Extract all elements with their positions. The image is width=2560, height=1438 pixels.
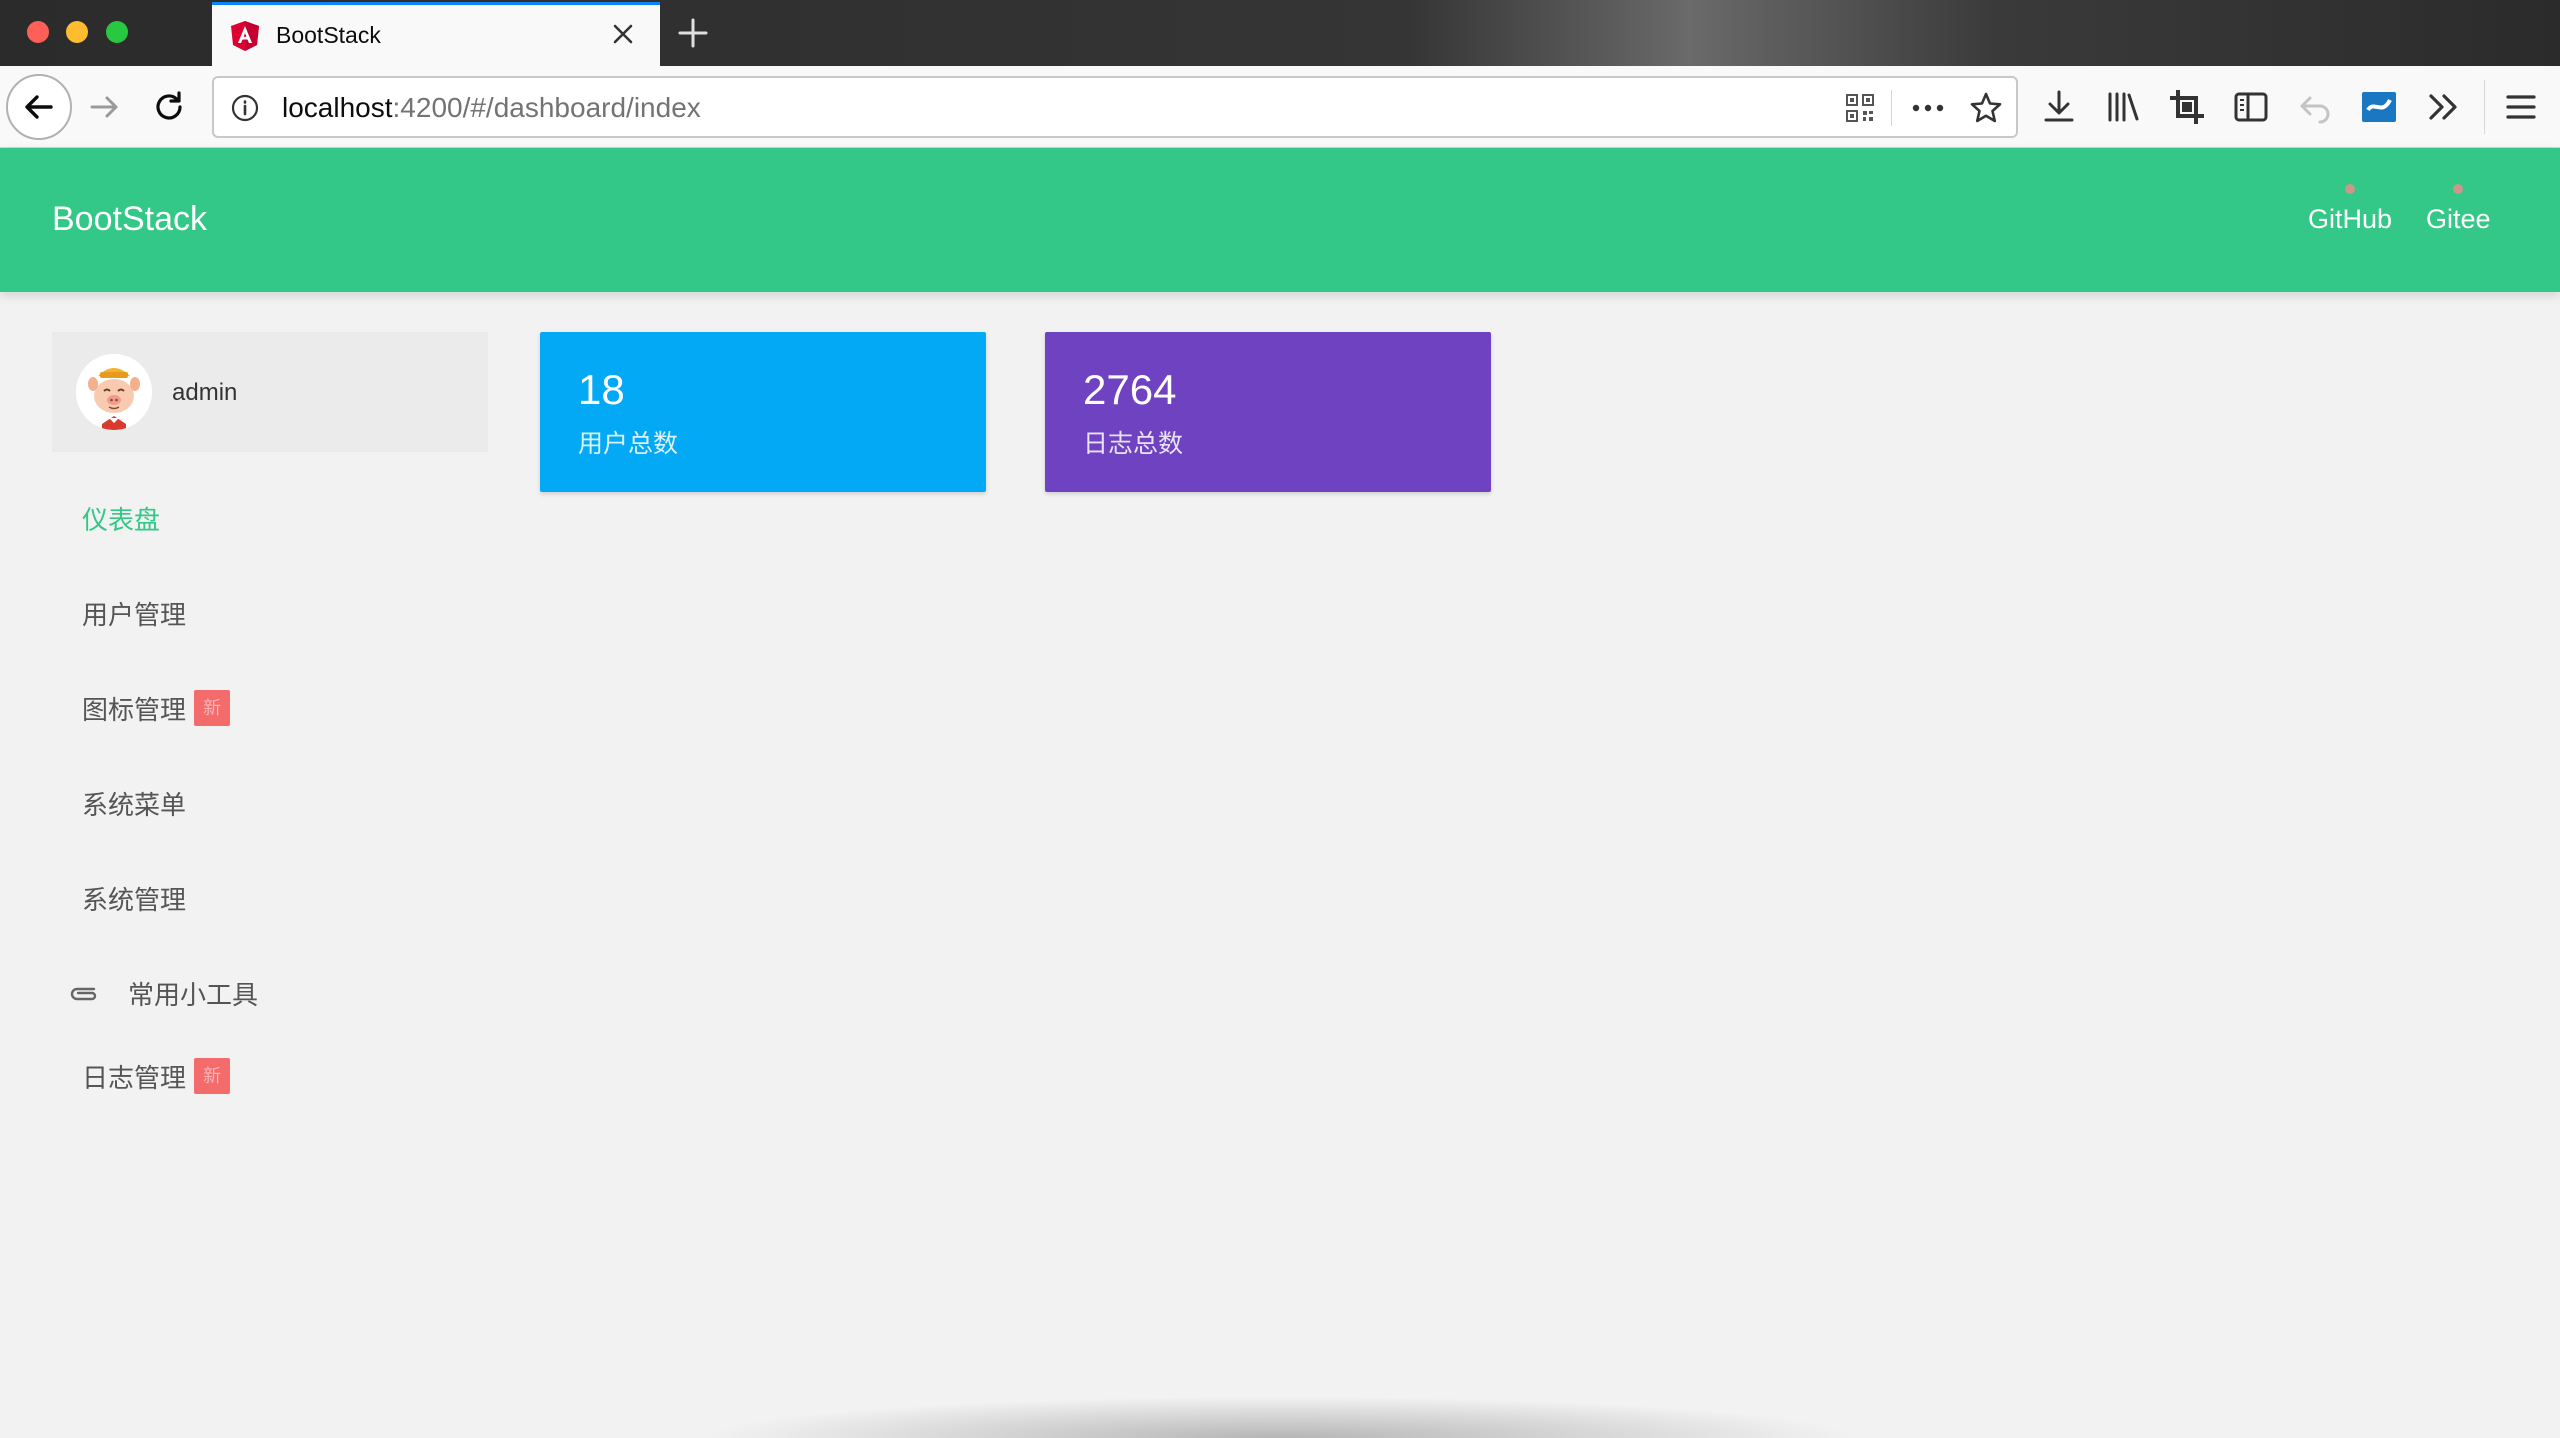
sidebar-item-label: 系统管理 [82,884,187,915]
hamburger-menu-icon[interactable] [2500,86,2542,128]
sidebar-item-label: 图标管理 [82,694,187,725]
close-window-button[interactable] [27,21,49,43]
gitee-link-label: Gitee [2426,204,2491,234]
url-separator [1891,90,1892,126]
reload-button[interactable] [148,86,190,128]
screenshot-crop-icon[interactable] [2166,86,2208,128]
sidebar-item-user-management[interactable]: 用户管理 [52,581,488,645]
url-bar[interactable]: localhost:4200/#/dashboard/index [212,76,2018,138]
sidebar-item-system-menu[interactable]: 系统菜单 [52,771,488,835]
brand-logo-text[interactable]: BootStack [52,200,207,239]
library-icon[interactable] [2102,86,2144,128]
arrow-left-icon [25,95,53,119]
username: admin [172,379,238,406]
users-total-value: 18 [578,366,625,413]
browser-tab[interactable]: BootStack [212,2,660,66]
arrow-right-icon [90,96,118,118]
close-tab-icon[interactable] [608,19,638,49]
minimize-window-button[interactable] [66,21,88,43]
app-header: BootStack GitHub Gitee [0,148,2560,292]
notification-dot [2453,184,2464,194]
sidebar-item-system-management[interactable]: 系统管理 [52,866,488,930]
forward-button[interactable] [84,86,126,128]
undo-icon[interactable] [2294,86,2336,128]
sidebar-item-label: 仪表盘 [82,504,161,535]
sidebar-item-label: 用户管理 [82,599,187,630]
sidebar-item-label: 系统菜单 [82,789,187,820]
github-link[interactable]: GitHub [2308,184,2393,235]
url-path: :4200/#/dashboard/index [392,92,701,123]
sidebar-icon[interactable] [2230,86,2272,128]
reload-icon [156,91,182,120]
users-total-label: 用户总数 [578,430,679,458]
github-link-label: GitHub [2308,204,2393,234]
new-badge: 新 [194,690,231,726]
maximize-window-button[interactable] [106,21,128,43]
new-tab-icon[interactable] [674,14,712,52]
more-actions-icon[interactable] [1908,92,1948,124]
info-icon[interactable] [230,93,260,123]
url-text[interactable]: localhost:4200/#/dashboard/index [282,92,701,124]
sidebar-item-common-tools[interactable]: 常用小工具 [52,961,488,1025]
url-host: localhost [282,92,393,123]
download-icon[interactable] [2038,86,2080,128]
logs-total-label: 日志总数 [1083,430,1184,458]
logs-total-card[interactable]: 2764 日志总数 [1045,332,1491,492]
user-panel[interactable]: admin [52,332,488,452]
toolbar-divider [2484,80,2485,134]
gitee-link[interactable]: Gitee [2426,184,2491,235]
bookmark-star-icon[interactable] [1968,90,2004,126]
extension-icon[interactable] [2358,86,2400,128]
paperclip-icon [70,987,97,1001]
back-button[interactable] [6,74,72,140]
browser-toolbar: localhost:4200/#/dashboard/index [0,66,2560,148]
pig-avatar-icon [76,354,152,430]
avatar [76,354,152,430]
overflow-chevron-icon[interactable] [2422,86,2464,128]
sidebar-item-dashboard[interactable]: 仪表盘 [52,486,488,550]
logs-total-value: 2764 [1083,366,1177,413]
browser-tab-bar: BootStack [0,0,2560,66]
sidebar-item-label: 日志管理 [82,1062,187,1093]
users-total-card[interactable]: 18 用户总数 [540,332,986,492]
notification-dot [2345,184,2356,194]
bottom-shadow [700,1396,1860,1438]
tab-title: BootStack [276,22,381,48]
sidebar-item-label: 常用小工具 [128,979,259,1010]
angular-icon [231,20,259,51]
qr-code-icon[interactable] [1844,92,1876,124]
sidebar-item-icon-management[interactable]: 图标管理 新 [52,676,488,740]
sidebar-item-log-management[interactable]: 日志管理 新 [52,1044,488,1108]
new-badge: 新 [194,1058,231,1094]
